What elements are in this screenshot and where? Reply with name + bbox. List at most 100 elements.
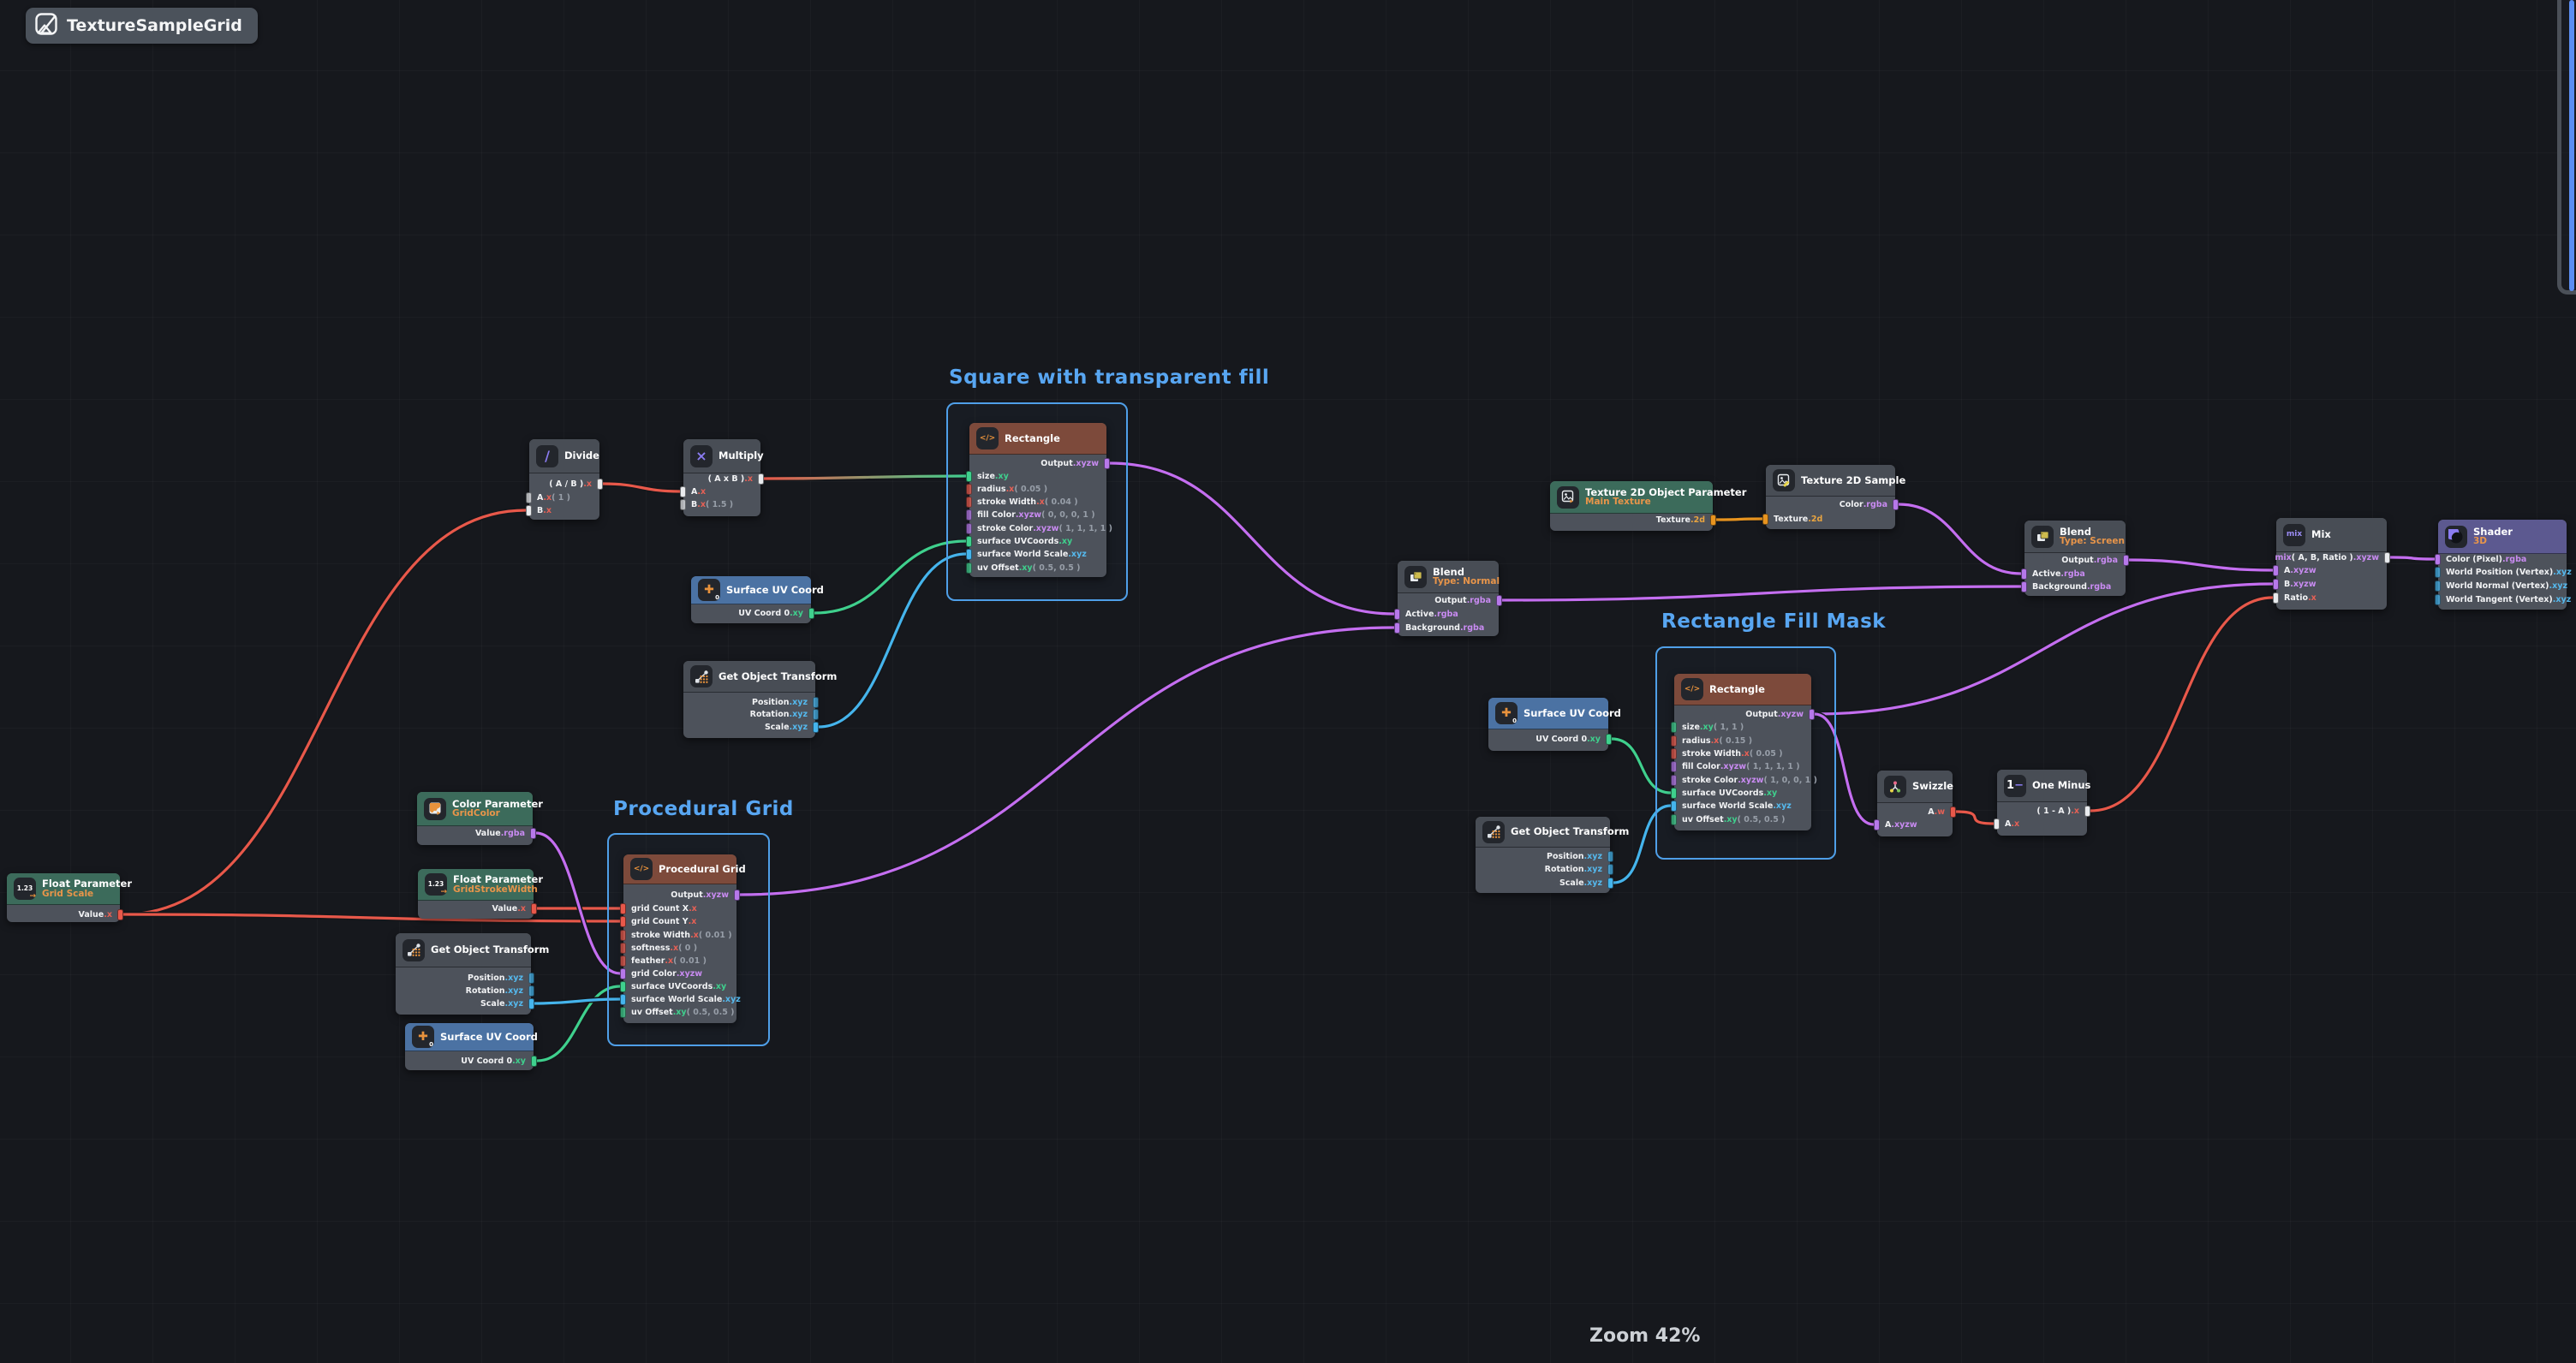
node-header[interactable]: ×Multiply xyxy=(683,439,760,473)
node-header[interactable]: mixMix xyxy=(2276,518,2387,552)
node-blend-normal[interactable]: BlendType: NormalOutput.rgbaActive.rgbaB… xyxy=(1398,561,1499,636)
vertical-scrollbar[interactable] xyxy=(2569,0,2574,291)
output-port[interactable] xyxy=(2384,552,2390,563)
input-port[interactable] xyxy=(2273,565,2279,576)
input-port[interactable] xyxy=(1994,818,2000,830)
node-divide[interactable]: /Divide( A / B ).xA.x ( 1 )B.x xyxy=(529,439,599,520)
wire-4[interactable] xyxy=(764,476,966,479)
output-port[interactable] xyxy=(2084,806,2090,817)
wire-16[interactable] xyxy=(1815,584,2273,714)
output-port[interactable] xyxy=(528,973,534,984)
input-port[interactable] xyxy=(1874,819,1880,830)
node-header[interactable]: Texture 2D Sample xyxy=(1766,465,1895,497)
node-blend-screen[interactable]: BlendType: ScreenOutput.rgbaActive.rgbaB… xyxy=(2024,521,2126,596)
output-port[interactable] xyxy=(530,828,536,839)
output-port[interactable] xyxy=(813,697,819,708)
input-port[interactable] xyxy=(620,981,626,992)
node-header[interactable]: Swizzle xyxy=(1877,771,1953,803)
node-header[interactable]: Get Object Transform xyxy=(683,661,815,693)
input-port[interactable] xyxy=(2435,554,2441,565)
node-rectangle-mask[interactable]: </>RectangleOutput.xyzwsize.xy ( 1, 1 )r… xyxy=(1674,674,1811,830)
input-port[interactable] xyxy=(620,903,626,914)
node-graph-canvas[interactable]: Square with transparent fillRectangle Fi… xyxy=(0,0,2576,1363)
node-header[interactable]: </>Procedural Grid xyxy=(623,854,736,884)
input-port[interactable] xyxy=(2435,580,2441,592)
input-port[interactable] xyxy=(526,492,532,503)
node-header[interactable]: ✚0Surface UV Coord xyxy=(691,576,811,604)
output-port[interactable] xyxy=(528,985,534,997)
node-header[interactable]: BlendType: Screen xyxy=(2024,521,2126,553)
input-port[interactable] xyxy=(620,930,626,941)
output-port[interactable] xyxy=(758,473,764,485)
output-port[interactable] xyxy=(813,722,819,733)
wire-3[interactable] xyxy=(603,484,680,491)
node-header[interactable]: BlendType: Normal xyxy=(1398,561,1499,593)
input-port[interactable] xyxy=(966,523,972,534)
graph-title-badge[interactable]: TextureSampleGrid xyxy=(26,8,258,44)
output-port[interactable] xyxy=(528,998,534,1009)
input-port[interactable] xyxy=(966,484,972,495)
input-port[interactable] xyxy=(620,994,626,1005)
input-port[interactable] xyxy=(620,968,626,979)
node-header[interactable]: </>Rectangle xyxy=(969,423,1106,455)
wire-12[interactable] xyxy=(1502,586,2021,600)
input-port[interactable] xyxy=(620,916,626,927)
input-port[interactable] xyxy=(1671,814,1677,825)
node-header[interactable]: 1.23→Float ParameterGrid Scale xyxy=(7,873,120,905)
node-header[interactable]: </>Rectangle xyxy=(1674,674,1811,705)
input-port[interactable] xyxy=(526,505,532,516)
input-port[interactable] xyxy=(966,509,972,521)
output-port[interactable] xyxy=(1893,499,1899,510)
input-port[interactable] xyxy=(2435,567,2441,578)
node-header[interactable]: Get Object Transform xyxy=(1476,817,1610,848)
node-float-param-gridstrokewidth[interactable]: 1.23→Float ParameterGridStrokeWidthValue… xyxy=(418,869,534,919)
node-header[interactable]: Shader3D xyxy=(2438,520,2567,554)
node-swizzle[interactable]: SwizzleA.wA.xyzw xyxy=(1877,771,1953,836)
input-port[interactable] xyxy=(1671,788,1677,799)
input-port[interactable] xyxy=(2021,581,2027,592)
input-port[interactable] xyxy=(2273,592,2279,604)
input-port[interactable] xyxy=(2273,579,2279,590)
node-surface-uv-coord-mask[interactable]: ✚0Surface UV CoordUV Coord 0.xy xyxy=(1488,698,1608,751)
node-surface-uv-coord-grid[interactable]: ✚0Surface UV CoordUV Coord 0.xy xyxy=(405,1023,534,1070)
node-rectangle-square[interactable]: </>RectangleOutput.xyzwsize.xyradius.x (… xyxy=(969,423,1106,577)
node-surface-uv-coord-square[interactable]: ✚0Surface UV CoordUV Coord 0.xy xyxy=(691,576,811,623)
output-port[interactable] xyxy=(1104,458,1110,469)
input-port[interactable] xyxy=(1671,801,1677,812)
node-header[interactable]: ✚0Surface UV Coord xyxy=(405,1023,534,1051)
output-port[interactable] xyxy=(1809,709,1815,720)
node-get-object-transform-square[interactable]: Get Object TransformPosition.xyzRotation… xyxy=(683,661,815,738)
node-one-minus[interactable]: 1−One Minus( 1 - A ).xA.x xyxy=(1997,770,2087,836)
input-port[interactable] xyxy=(680,486,686,497)
output-port[interactable] xyxy=(1496,595,1502,606)
node-mix[interactable]: mixMixmix( A, B, Ratio ).xyzwA.xyzwB.xyz… xyxy=(2276,518,2387,610)
output-port[interactable] xyxy=(2123,555,2129,566)
output-port[interactable] xyxy=(1607,851,1613,862)
node-get-object-transform-grid[interactable]: Get Object TransformPosition.xyzRotation… xyxy=(396,933,531,1015)
input-port[interactable] xyxy=(1394,622,1400,634)
input-port[interactable] xyxy=(2021,568,2027,580)
node-color-parameter-gridcolor[interactable]: Color ParameterGridColorValue.rgba xyxy=(417,792,533,845)
output-port[interactable] xyxy=(734,890,740,901)
output-port[interactable] xyxy=(1950,806,1956,818)
input-port[interactable] xyxy=(966,536,972,547)
wire-8[interactable] xyxy=(740,628,1394,895)
node-shader[interactable]: Shader3DColor (Pixel).rgbaWorld Position… xyxy=(2438,520,2567,610)
output-port[interactable] xyxy=(531,1056,537,1067)
input-port[interactable] xyxy=(620,955,626,967)
output-port[interactable] xyxy=(1607,864,1613,875)
wire-6[interactable] xyxy=(819,554,966,727)
input-port[interactable] xyxy=(620,1007,626,1018)
wire-0[interactable] xyxy=(123,510,526,914)
node-header[interactable]: ✚0Surface UV Coord xyxy=(1488,698,1608,729)
node-get-object-transform-mask[interactable]: Get Object TransformPosition.xyzRotation… xyxy=(1476,817,1610,893)
node-texture-2d-sample[interactable]: Texture 2D SampleColor.rgbaTexture.2d xyxy=(1766,465,1895,529)
input-port[interactable] xyxy=(1671,722,1677,733)
wire-7[interactable] xyxy=(1110,463,1394,614)
input-port[interactable] xyxy=(680,499,686,510)
wire-21[interactable] xyxy=(2090,598,2273,811)
node-header[interactable]: Color ParameterGridColor xyxy=(417,792,533,826)
node-procedural-grid[interactable]: </>Procedural GridOutput.xyzwgrid Count … xyxy=(623,854,736,1023)
input-port[interactable] xyxy=(2435,594,2441,605)
output-port[interactable] xyxy=(531,903,537,914)
